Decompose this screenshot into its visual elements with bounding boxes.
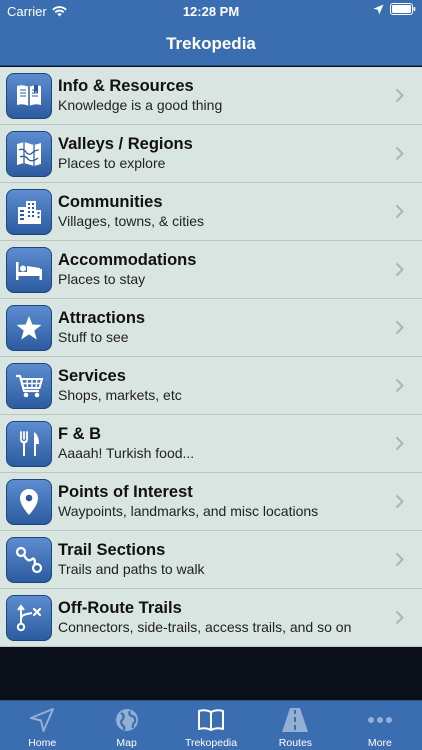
chevron-right-icon <box>395 204 404 219</box>
ellipsis-icon <box>367 717 392 723</box>
chevron-right-icon <box>395 610 404 625</box>
chevron-right-icon <box>395 378 404 393</box>
location-arrow-icon <box>373 4 384 14</box>
globe-icon <box>115 709 138 731</box>
row-title: Communities <box>58 193 163 211</box>
list-item-communities[interactable]: Communities Villages, towns, & cities <box>0 183 422 241</box>
row-text: Points of Interest Waypoints, landmarks,… <box>58 482 392 520</box>
row-subtitle: Shops, markets, etc <box>58 387 182 403</box>
list-item-valleys-regions[interactable]: Valleys / Regions Places to explore <box>0 125 422 183</box>
tab-label: Home <box>28 737 57 749</box>
list-item-points-of-interest[interactable]: Points of Interest Waypoints, landmarks,… <box>0 473 422 531</box>
chevron-right-icon <box>395 494 404 509</box>
row-subtitle: Stuff to see <box>58 329 129 345</box>
route-icon <box>6 537 52 583</box>
row-title: Points of Interest <box>58 483 193 501</box>
row-subtitle: Waypoints, landmarks, and misc locations <box>58 503 319 519</box>
page-title: Trekopedia <box>166 33 256 53</box>
row-subtitle: Places to explore <box>58 155 166 171</box>
row-text: Info & Resources Knowledge is a good thi… <box>58 76 392 114</box>
row-text: Communities Villages, towns, & cities <box>58 192 392 230</box>
row-text: Valleys / Regions Places to explore <box>58 134 392 172</box>
status-bar: Carrier 12:28 PM <box>0 0 422 22</box>
row-text: Accommodations Places to stay <box>58 250 392 288</box>
row-title: Valleys / Regions <box>58 135 193 153</box>
row-title: Accommodations <box>58 251 197 269</box>
list-item-attractions[interactable]: Attractions Stuff to see <box>0 299 422 357</box>
chevron-right-icon <box>395 320 404 335</box>
map-pin-icon <box>6 479 52 525</box>
list-item-trail-sections[interactable]: Trail Sections Trails and paths to walk <box>0 531 422 589</box>
map-icon <box>6 131 52 177</box>
chevron-right-icon <box>395 262 404 277</box>
tab-routes[interactable]: Routes <box>253 701 337 750</box>
row-subtitle: Places to stay <box>58 271 146 287</box>
row-text: F & B Aaaah! Turkish food... <box>58 424 392 462</box>
tab-more[interactable]: More <box>338 701 422 750</box>
chevron-right-icon <box>395 146 404 161</box>
status-time: 12:28 PM <box>182 4 240 19</box>
nav-bar: Trekopedia <box>0 22 422 66</box>
list-item-f-b[interactable]: F & B Aaaah! Turkish food... <box>0 415 422 473</box>
list-item-accommodations[interactable]: Accommodations Places to stay <box>0 241 422 299</box>
tab-label: More <box>367 737 392 749</box>
row-title: Attractions <box>58 309 146 327</box>
chevron-right-icon <box>395 552 404 567</box>
list-item-info-resources[interactable]: Info & Resources Knowledge is a good thi… <box>0 67 422 125</box>
row-subtitle: Connectors, side-trails, access trails, … <box>58 619 352 635</box>
buildings-icon <box>6 189 52 235</box>
road-icon <box>282 708 309 732</box>
row-text: Trail Sections Trails and paths to walk <box>58 540 392 578</box>
row-text: Services Shops, markets, etc <box>58 366 392 404</box>
row-title: Services <box>58 367 126 385</box>
cart-icon <box>6 363 52 409</box>
tab-trekopedia[interactable]: Trekopedia <box>169 701 253 750</box>
row-title: F & B <box>58 425 102 443</box>
row-text: Attractions Stuff to see <box>58 308 392 346</box>
row-subtitle: Trails and paths to walk <box>58 561 205 577</box>
tab-map[interactable]: Map <box>84 701 168 750</box>
row-text: Off-Route Trails Connectors, side-trails… <box>58 598 392 636</box>
chevron-right-icon <box>395 88 404 103</box>
row-subtitle: Aaaah! Turkish food... <box>58 445 195 461</box>
tab-label: Trekopedia <box>184 737 238 749</box>
fork-knife-icon <box>6 421 52 467</box>
row-title: Off-Route Trails <box>58 599 182 617</box>
list-item-services[interactable]: Services Shops, markets, etc <box>0 357 422 415</box>
book-icon <box>198 709 225 731</box>
branch-icon <box>6 595 52 641</box>
row-title: Trail Sections <box>58 541 166 559</box>
tab-bar: Home Map Trekopedia Routes More <box>0 700 422 750</box>
tab-home[interactable]: Home <box>0 701 84 750</box>
star-icon <box>6 305 52 351</box>
bed-icon <box>6 247 52 293</box>
tab-label: Map <box>116 737 137 749</box>
row-subtitle: Villages, towns, & cities <box>58 213 205 229</box>
tab-label: Routes <box>278 737 313 749</box>
chevron-right-icon <box>395 436 404 451</box>
category-list: Info & Resources Knowledge is a good thi… <box>0 67 422 647</box>
battery-icon <box>390 3 416 15</box>
status-right <box>373 3 416 15</box>
compass-arrow-icon <box>30 708 55 732</box>
list-item-off-route-trails[interactable]: Off-Route Trails Connectors, side-trails… <box>0 589 422 647</box>
row-title: Info & Resources <box>58 77 194 95</box>
row-subtitle: Knowledge is a good thing <box>58 97 223 113</box>
book-icon <box>6 73 52 119</box>
